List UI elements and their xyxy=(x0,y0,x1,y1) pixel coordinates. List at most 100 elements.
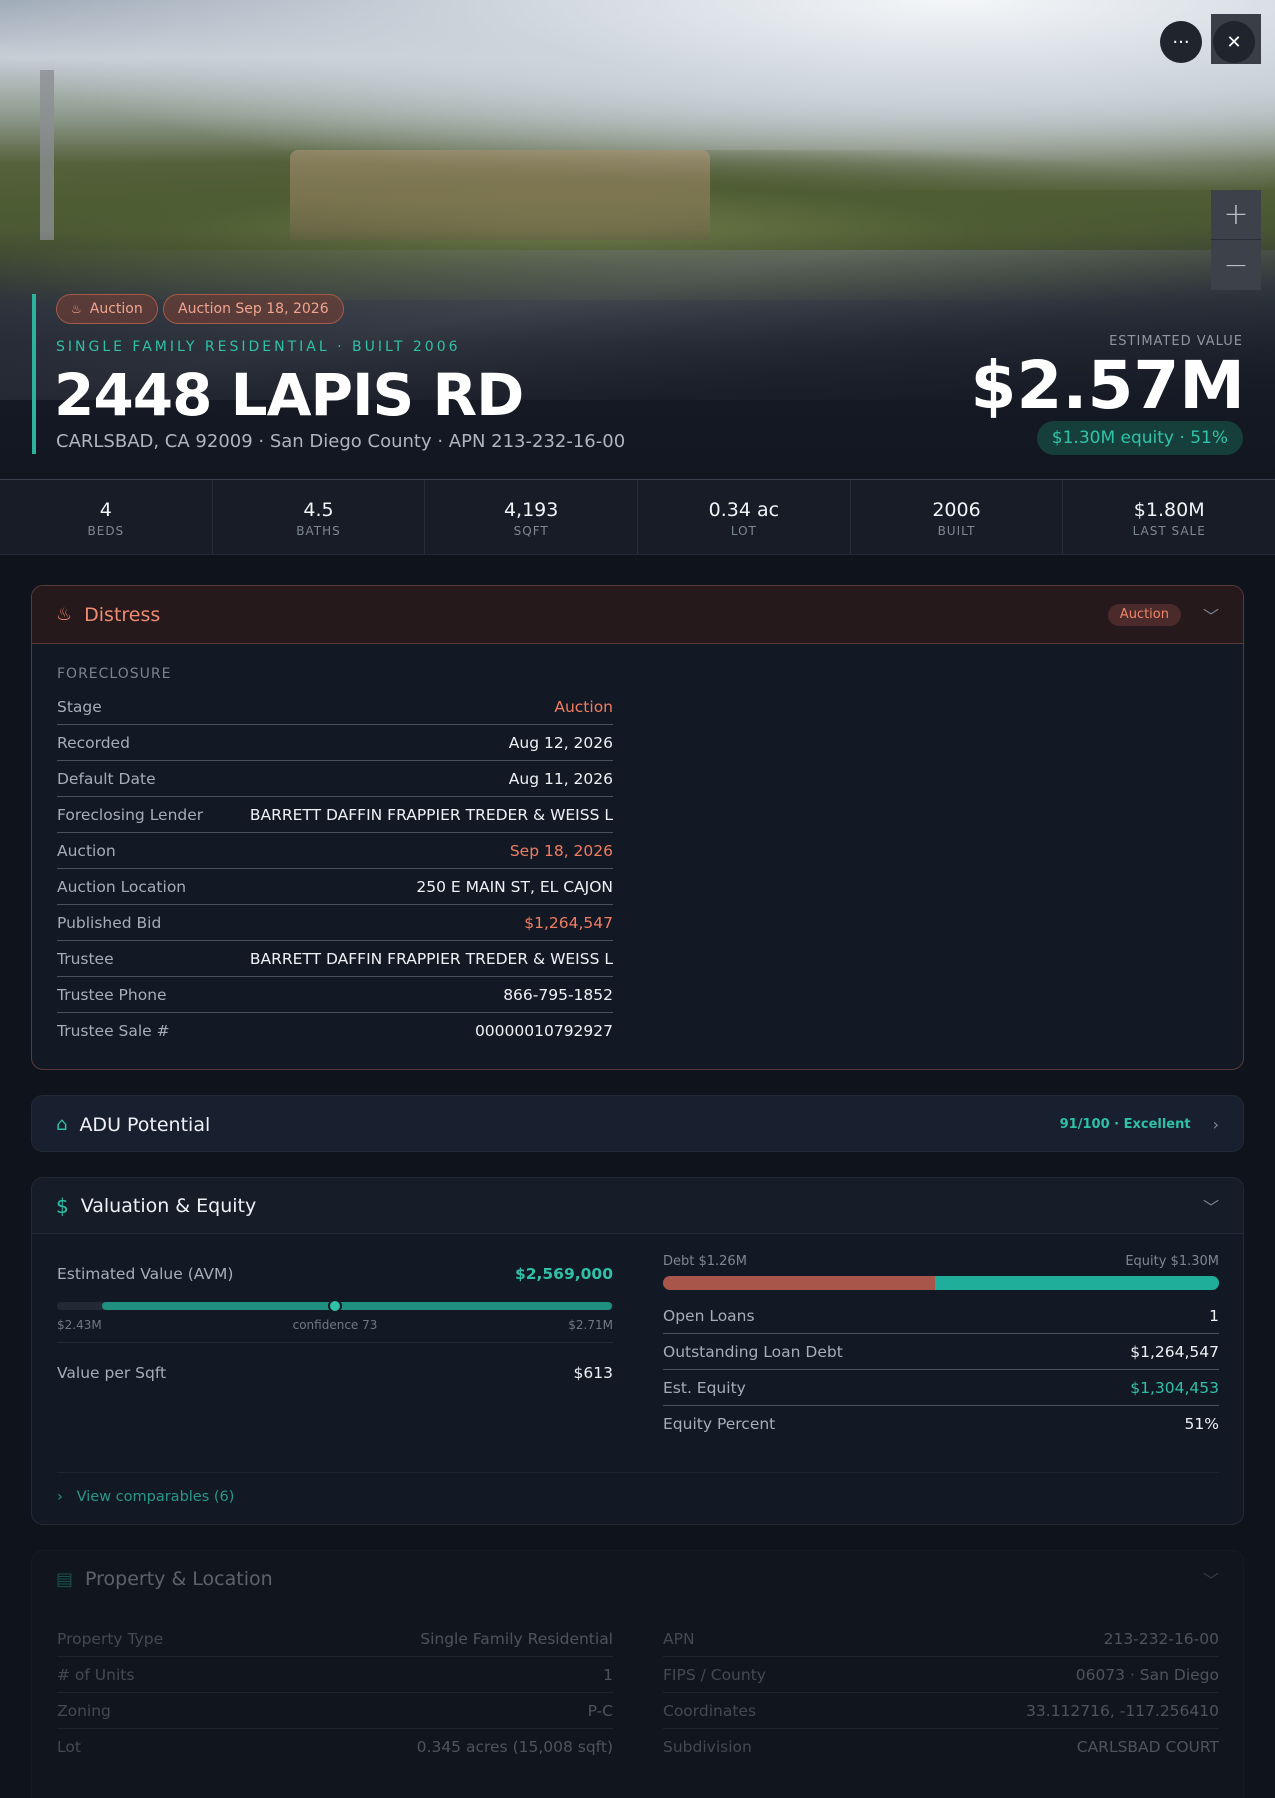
zoom-out-button[interactable]: − xyxy=(1211,240,1261,290)
property-address: 2448 LAPIS RD xyxy=(54,361,524,429)
detail-label: FIPS / County xyxy=(663,1665,766,1684)
detail-value: P-C xyxy=(587,1701,613,1720)
detail-row: Auction Sep 18, 2026 xyxy=(57,833,613,869)
detail-label: Property Type xyxy=(57,1629,164,1648)
stat-label: LAST SALE xyxy=(1132,524,1206,538)
property-details-right: APN 213-232-16-00 FIPS / County 06073 · San… xyxy=(663,1621,1219,1765)
detail-value: 213-232-16-00 xyxy=(1103,1629,1219,1648)
detail-value: 06073 · San Diego xyxy=(1075,1665,1219,1684)
detail-row: Equity Percent 51% xyxy=(663,1406,1219,1442)
stat-sqft: 4,193 SQFT xyxy=(425,480,639,554)
detail-label: Trustee xyxy=(57,949,114,968)
valuation-header[interactable]: $ Valuation & Equity ﹀ xyxy=(32,1178,1243,1234)
detail-value: BARRETT DAFFIN FRAPPIER TREDER & WEISS L xyxy=(249,805,613,824)
range-high: $2.71M xyxy=(568,1318,613,1332)
stat-baths: 4.5 BATHS xyxy=(213,480,426,554)
detail-value: 51% xyxy=(1184,1415,1219,1433)
property-title: Property & Location xyxy=(85,1568,273,1590)
document-icon: ▤ xyxy=(56,1568,74,1590)
stat-label: BEDS xyxy=(87,524,125,538)
foreclosure-section-label: FORECLOSURE xyxy=(57,666,172,682)
detail-row: Coordinates 33.112716, -117.256410 xyxy=(663,1693,1219,1729)
chevron-right-icon[interactable]: › xyxy=(1213,1115,1219,1134)
debt-equity-labels: Debt $1.26M Equity $1.30M xyxy=(663,1254,1219,1269)
stat-value: 2006 xyxy=(932,499,981,521)
detail-value: $1,264,547 xyxy=(1130,1342,1219,1361)
foreclosure-details: Stage Auction Recorded Aug 12, 2026 Default … xyxy=(57,689,613,1049)
avm-value: $2,569,000 xyxy=(514,1265,613,1283)
zoom-in-button[interactable]: + xyxy=(1211,190,1261,240)
detail-label: Open Loans xyxy=(663,1306,755,1325)
avm-range-marker xyxy=(328,1299,342,1313)
equity-panel: Debt $1.26M Equity $1.30M Open Loans 1 Out… xyxy=(663,1254,1219,1442)
distress-status-badge: Auction xyxy=(1107,603,1181,626)
adu-score: 91/100 · Excellent xyxy=(1059,1117,1191,1132)
stat-label: BATHS xyxy=(296,524,341,538)
adu-header[interactable]: ⌂ ADU Potential 91/100 · Excellent › xyxy=(32,1096,1243,1151)
estimated-value: $2.57M xyxy=(970,347,1245,424)
detail-value: CARLSBAD COURT xyxy=(1076,1738,1219,1756)
avm-panel: Estimated Value (AVM) $2,569,000 $2.43M … xyxy=(57,1254,613,1403)
close-button[interactable]: ✕ xyxy=(1213,21,1255,63)
flame-icon: ♨ xyxy=(71,302,82,316)
close-icon: ✕ xyxy=(1226,31,1242,53)
view-comparables-link[interactable]: › View comparables (6) xyxy=(57,1472,1219,1505)
valuation-title: Valuation & Equity xyxy=(80,1194,257,1217)
more-options-button[interactable]: ··· xyxy=(1160,21,1202,63)
detail-row: Outstanding Loan Debt $1,264,547 xyxy=(663,1334,1219,1370)
stat-built: 2006 BUILT xyxy=(851,480,1064,554)
auction-date-label: Auction Sep 18, 2026 xyxy=(178,301,329,317)
detail-label: Stage xyxy=(57,697,102,716)
detail-value: Sep 18, 2026 xyxy=(509,841,613,860)
detail-row: Trustee Sale # 00000010792927 xyxy=(57,1013,613,1049)
property-header[interactable]: ▤ Property & Location ﹀ xyxy=(32,1551,1243,1607)
distress-card: ♨ Distress Auction ﹀ FORECLOSURE Stage Au… xyxy=(31,585,1244,1070)
stat-value: 4.5 xyxy=(303,499,334,521)
stat-value: 4 xyxy=(99,499,112,521)
stat-value: 0.34 ac xyxy=(708,499,780,521)
distress-header[interactable]: ♨ Distress Auction ﹀ xyxy=(32,586,1243,644)
property-hero: ··· ✕ + − ♨ Auction Auction Sep 18, 2026… xyxy=(0,0,1275,480)
title-accent-bar xyxy=(32,294,36,454)
detail-label: Lot xyxy=(57,1738,81,1756)
stat-last-sale: $1.80M LAST SALE xyxy=(1063,480,1275,554)
chevron-right-icon: › xyxy=(57,1489,63,1505)
chevron-down-icon[interactable]: ﹀ xyxy=(1203,1194,1219,1218)
avm-range-track xyxy=(57,1299,613,1313)
chevron-down-icon[interactable]: ﹀ xyxy=(1203,1567,1219,1591)
detail-label: Default Date xyxy=(57,769,156,788)
avm-label: Estimated Value (AVM) xyxy=(57,1265,234,1283)
chevron-down-icon[interactable]: ﹀ xyxy=(1203,603,1219,627)
detail-value: $1,304,453 xyxy=(1130,1378,1219,1397)
more-icon: ··· xyxy=(1172,31,1190,53)
auction-badge: ♨ Auction xyxy=(56,294,158,324)
detail-row: Lot 0.345 acres (15,008 sqft) xyxy=(57,1729,613,1765)
detail-row: Property Type Single Family Residential xyxy=(57,1621,613,1657)
debt-equity-bar xyxy=(663,1276,1219,1290)
detail-row: Auction Location 250 E MAIN ST, EL CAJON xyxy=(57,869,613,905)
detail-row: Trustee BARRETT DAFFIN FRAPPIER TREDER & … xyxy=(57,941,613,977)
debt-segment xyxy=(663,1276,936,1290)
range-confidence: confidence 73 xyxy=(292,1318,378,1332)
equity-badge: $1.30M equity · 51% xyxy=(1036,421,1243,455)
property-subtitle: SINGLE FAMILY RESIDENTIAL · BUILT 2006 xyxy=(56,339,461,355)
detail-row: Default Date Aug 11, 2026 xyxy=(57,761,613,797)
range-low: $2.43M xyxy=(57,1318,102,1332)
detail-row: FIPS / County 06073 · San Diego xyxy=(663,1657,1219,1693)
detail-row: Open Loans 1 xyxy=(663,1298,1219,1334)
value-per-sqft-row: Value per Sqft $613 xyxy=(57,1343,613,1403)
property-details-left: Property Type Single Family Residential # … xyxy=(57,1621,613,1765)
dollar-icon: $ xyxy=(56,1193,69,1218)
comparables-label: View comparables (6) xyxy=(76,1489,235,1505)
vps-label: Value per Sqft xyxy=(57,1364,167,1382)
detail-label: Trustee Sale # xyxy=(57,1022,170,1040)
detail-row: APN 213-232-16-00 xyxy=(663,1621,1219,1657)
detail-label: Subdivision xyxy=(663,1738,752,1756)
adu-card[interactable]: ⌂ ADU Potential 91/100 · Excellent › xyxy=(31,1095,1244,1152)
detail-value: Auction xyxy=(554,697,613,716)
detail-row: Zoning P-C xyxy=(57,1693,613,1729)
auction-badge-label: Auction xyxy=(89,301,143,317)
stat-label: LOT xyxy=(730,524,757,538)
equity-details: Open Loans 1 Outstanding Loan Debt $1,264,5… xyxy=(663,1298,1219,1442)
auction-date-badge: Auction Sep 18, 2026 xyxy=(163,294,344,324)
